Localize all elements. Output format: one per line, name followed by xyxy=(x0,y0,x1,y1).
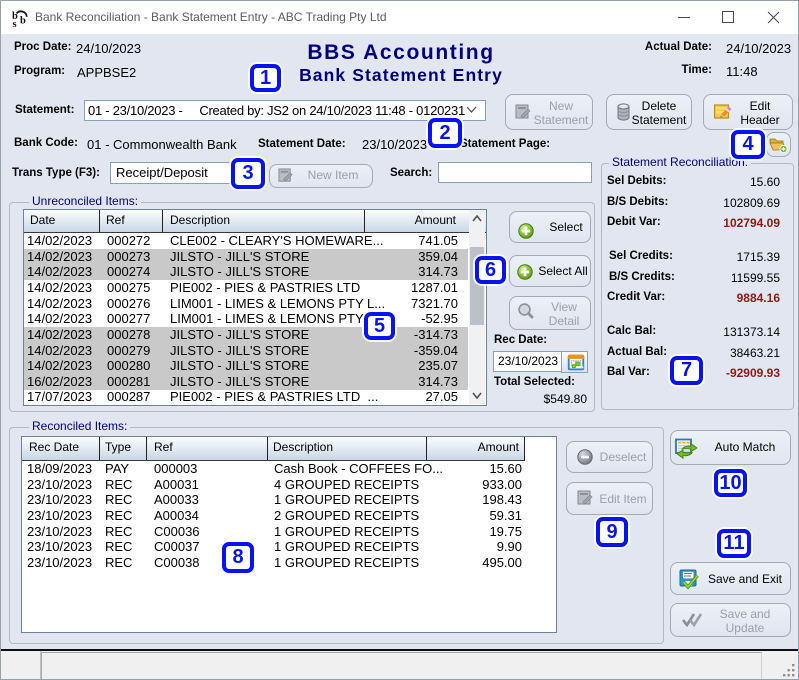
svg-text:s: s xyxy=(13,19,17,28)
svg-text:b: b xyxy=(20,16,26,27)
